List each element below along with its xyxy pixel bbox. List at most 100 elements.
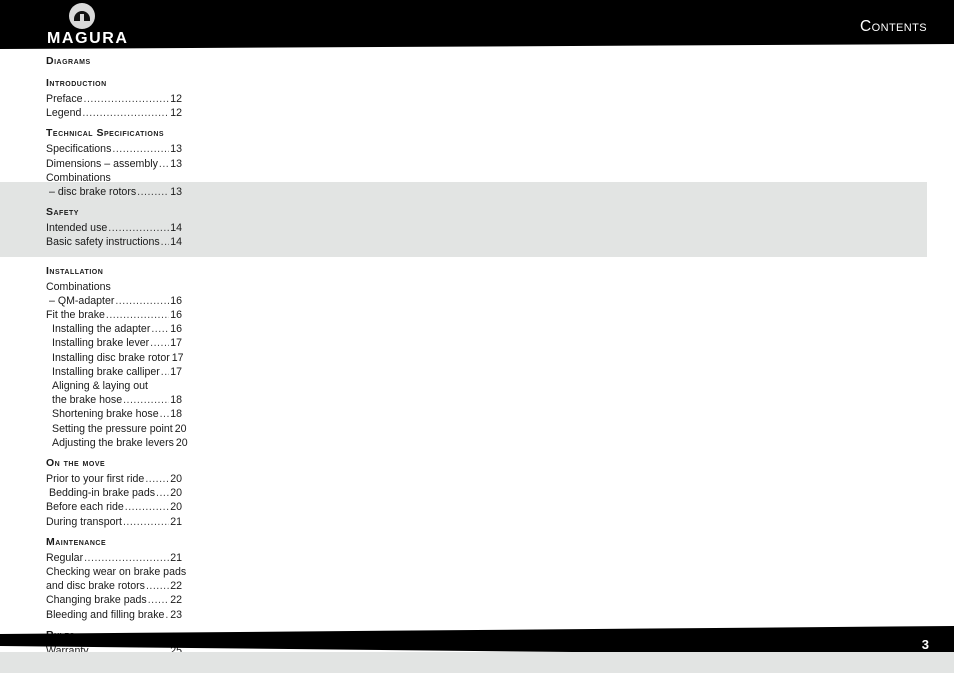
toc-entry-page: 20 bbox=[170, 501, 182, 514]
toc-section-heading: Diagrams bbox=[46, 55, 91, 67]
toc-dot-leader bbox=[148, 593, 169, 607]
toc-section-heading: Maintenance bbox=[46, 535, 107, 548]
toc-dot-leader bbox=[123, 515, 169, 529]
toc-entry-label: Shortening brake hose bbox=[52, 408, 159, 421]
toc-entry[interactable]: Adjusting the brake levers 20 bbox=[46, 436, 188, 450]
toc-entry[interactable]: Setting the pressure point 20 bbox=[46, 422, 187, 436]
toc-entry[interactable]: Bedding-in brake pads 20 bbox=[46, 486, 182, 500]
toc-dot-leader bbox=[165, 608, 169, 622]
toc-entry-label: Bleeding and filling brake bbox=[46, 608, 165, 621]
toc-section-heading: Safety bbox=[46, 206, 79, 219]
toc-entry[interactable]: During transport 21 bbox=[46, 515, 182, 529]
toc-entry[interactable]: Legend 12 bbox=[46, 106, 182, 120]
toc-dot-leader bbox=[161, 235, 170, 249]
toc-entry-page: 22 bbox=[170, 594, 182, 607]
toc-entry-continuation[interactable]: Aligning & laying out bbox=[46, 379, 182, 393]
toc-entry[interactable]: Basic safety instructions 14 bbox=[46, 235, 182, 249]
toc-entry[interactable]: Changing brake pads 22 bbox=[46, 593, 182, 607]
toc-entry[interactable]: Regular 21 bbox=[46, 551, 182, 565]
toc-entry[interactable]: Shortening brake hose 18 bbox=[46, 407, 182, 421]
toc-entry-page: 17 bbox=[170, 337, 182, 350]
toc-dot-leader bbox=[106, 308, 169, 322]
toc-entry-label: Preface bbox=[46, 93, 83, 105]
toc-entry-label: Dimensions – assembly bbox=[46, 157, 158, 170]
toc-entry[interactable]: Prior to your first ride 20 bbox=[46, 472, 182, 486]
toc-entry-page: 13 bbox=[170, 143, 182, 156]
toc-entry-label: Installing disc brake rotor bbox=[52, 351, 170, 364]
toc-entry-page: 17 bbox=[170, 365, 182, 378]
toc-entry-label: Changing brake pads bbox=[46, 594, 147, 607]
toc-entry-page: 14 bbox=[170, 222, 182, 235]
toc-entry-page: 13 bbox=[170, 186, 182, 199]
toc-dot-leader bbox=[84, 551, 169, 565]
toc-entry-page: 20 bbox=[170, 473, 182, 486]
magura-roundel-icon bbox=[69, 3, 95, 29]
toc-entry[interactable]: Dimensions – assembly 13 bbox=[46, 157, 182, 171]
toc-entry[interactable]: Preface 12 bbox=[46, 92, 182, 106]
toc-dot-leader bbox=[115, 294, 169, 308]
toc-entry[interactable]: Bleeding and filling brake 23 bbox=[46, 608, 182, 622]
toc-entry-page: 22 bbox=[170, 580, 182, 593]
toc-entry[interactable]: Fit the brake 16 bbox=[46, 308, 182, 322]
brand-logo: MAGURA bbox=[47, 3, 177, 49]
toc-section-heading: Introduction bbox=[46, 77, 107, 89]
toc-entry[interactable]: Installing disc brake rotor 17 bbox=[46, 351, 184, 365]
toc-entry-label: – QM-adapter bbox=[49, 294, 115, 307]
toc-entry-label: Installing brake lever bbox=[52, 337, 150, 350]
toc-dot-leader bbox=[125, 500, 169, 514]
toc-entry-label: Prior to your first ride bbox=[46, 473, 145, 486]
toc-dot-leader bbox=[156, 486, 169, 500]
bottom-strip bbox=[0, 652, 954, 673]
toc-entry-continuation[interactable]: Combinations bbox=[46, 171, 182, 185]
table-of-contents: Diagrams Introduction Preface 12 Legend 12 Tec… bbox=[46, 53, 188, 658]
toc-dot-leader bbox=[112, 142, 169, 156]
toc-entry-page: 20 bbox=[175, 436, 188, 449]
toc-entry-page: 12 bbox=[170, 107, 182, 120]
brand-wordmark: MAGURA bbox=[47, 30, 129, 47]
toc-entry-label: and disc brake rotors bbox=[46, 580, 145, 593]
toc-entry-label: Installing the adapter bbox=[52, 323, 151, 336]
toc-entry[interactable]: Installing the adapter 16 bbox=[46, 322, 182, 336]
toc-entry[interactable]: – disc brake rotors 13 bbox=[46, 185, 182, 199]
toc-entry-page: 12 bbox=[170, 93, 182, 105]
toc-entry-page: 21 bbox=[170, 515, 182, 528]
toc-dot-leader bbox=[160, 407, 170, 421]
page-title: Contents bbox=[860, 18, 927, 35]
toc-dot-leader bbox=[108, 221, 169, 235]
toc-entry-continuation[interactable]: Combinations bbox=[46, 280, 182, 294]
toc-entry[interactable]: Before each ride 20 bbox=[46, 500, 182, 514]
toc-entry-continuation[interactable]: Checking wear on brake pads bbox=[46, 565, 186, 579]
toc-entry[interactable]: Installing brake lever 17 bbox=[46, 336, 182, 350]
toc-entry-label: Adjusting the brake levers bbox=[52, 436, 174, 449]
toc-entry-label: Before each ride bbox=[46, 501, 124, 514]
toc-dot-leader bbox=[146, 579, 169, 593]
toc-entry[interactable]: Intended use 14 bbox=[46, 221, 182, 235]
page-number: 3 bbox=[921, 637, 929, 652]
toc-entry-label: Fit the brake bbox=[46, 309, 105, 322]
toc-entry[interactable]: – QM-adapter 16 bbox=[46, 294, 182, 308]
toc-dot-leader bbox=[123, 393, 169, 407]
toc-entry[interactable]: Installing brake calliper 17 bbox=[46, 365, 182, 379]
toc-entry-page: 21 bbox=[170, 551, 182, 564]
toc-dot-leader bbox=[159, 157, 169, 171]
toc-entry-page: 16 bbox=[170, 294, 182, 307]
toc-entry[interactable]: and disc brake rotors 22 bbox=[46, 579, 182, 593]
toc-entry-label: Setting the pressure point bbox=[52, 422, 173, 435]
toc-section-heading: Technical Specifications bbox=[46, 127, 165, 140]
toc-dot-leader bbox=[137, 185, 169, 199]
toc-entry[interactable]: the brake hose 18 bbox=[46, 393, 182, 407]
toc-entry-page: 16 bbox=[170, 323, 182, 336]
toc-dot-leader bbox=[82, 106, 169, 120]
toc-entry-page: 13 bbox=[170, 157, 182, 170]
toc-entry-label: Installing brake calliper bbox=[52, 365, 160, 378]
magura-roundel-icon-notch bbox=[80, 14, 84, 21]
toc-entry-label: Specifications bbox=[46, 143, 112, 156]
toc-entry-page: 14 bbox=[170, 236, 182, 249]
toc-section-heading: Installation bbox=[46, 264, 104, 277]
toc-entry-page: 23 bbox=[170, 608, 182, 621]
toc-entry-page: 16 bbox=[170, 309, 182, 322]
toc-entry-label: Regular bbox=[46, 551, 84, 564]
toc-entry-label: Intended use bbox=[46, 222, 108, 235]
toc-dot-leader bbox=[161, 365, 169, 379]
toc-entry[interactable]: Specifications 13 bbox=[46, 142, 182, 156]
